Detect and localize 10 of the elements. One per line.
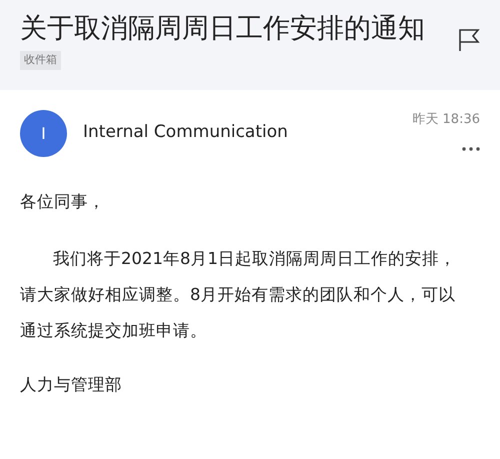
sender-name: Internal Communication <box>83 121 288 144</box>
folder-tag: 收件箱 <box>20 51 61 70</box>
more-icon[interactable] <box>462 147 480 152</box>
avatar: I <box>20 110 67 157</box>
greeting-text: 各位同事， <box>20 191 106 213</box>
signature-text: 人力与管理部 <box>20 374 123 396</box>
email-subject: 关于取消隔周周日工作安排的通知 <box>20 12 425 46</box>
body-paragraph: 我们将于2021年8月1日起取消隔周周日工作的安排，请大家做好相应调整。8月开始有需求的团队和个人，可以通过系统提交加班申请。 <box>20 248 457 342</box>
flag-icon[interactable] <box>458 28 480 52</box>
timestamp: 昨天 18:36 <box>412 111 480 129</box>
